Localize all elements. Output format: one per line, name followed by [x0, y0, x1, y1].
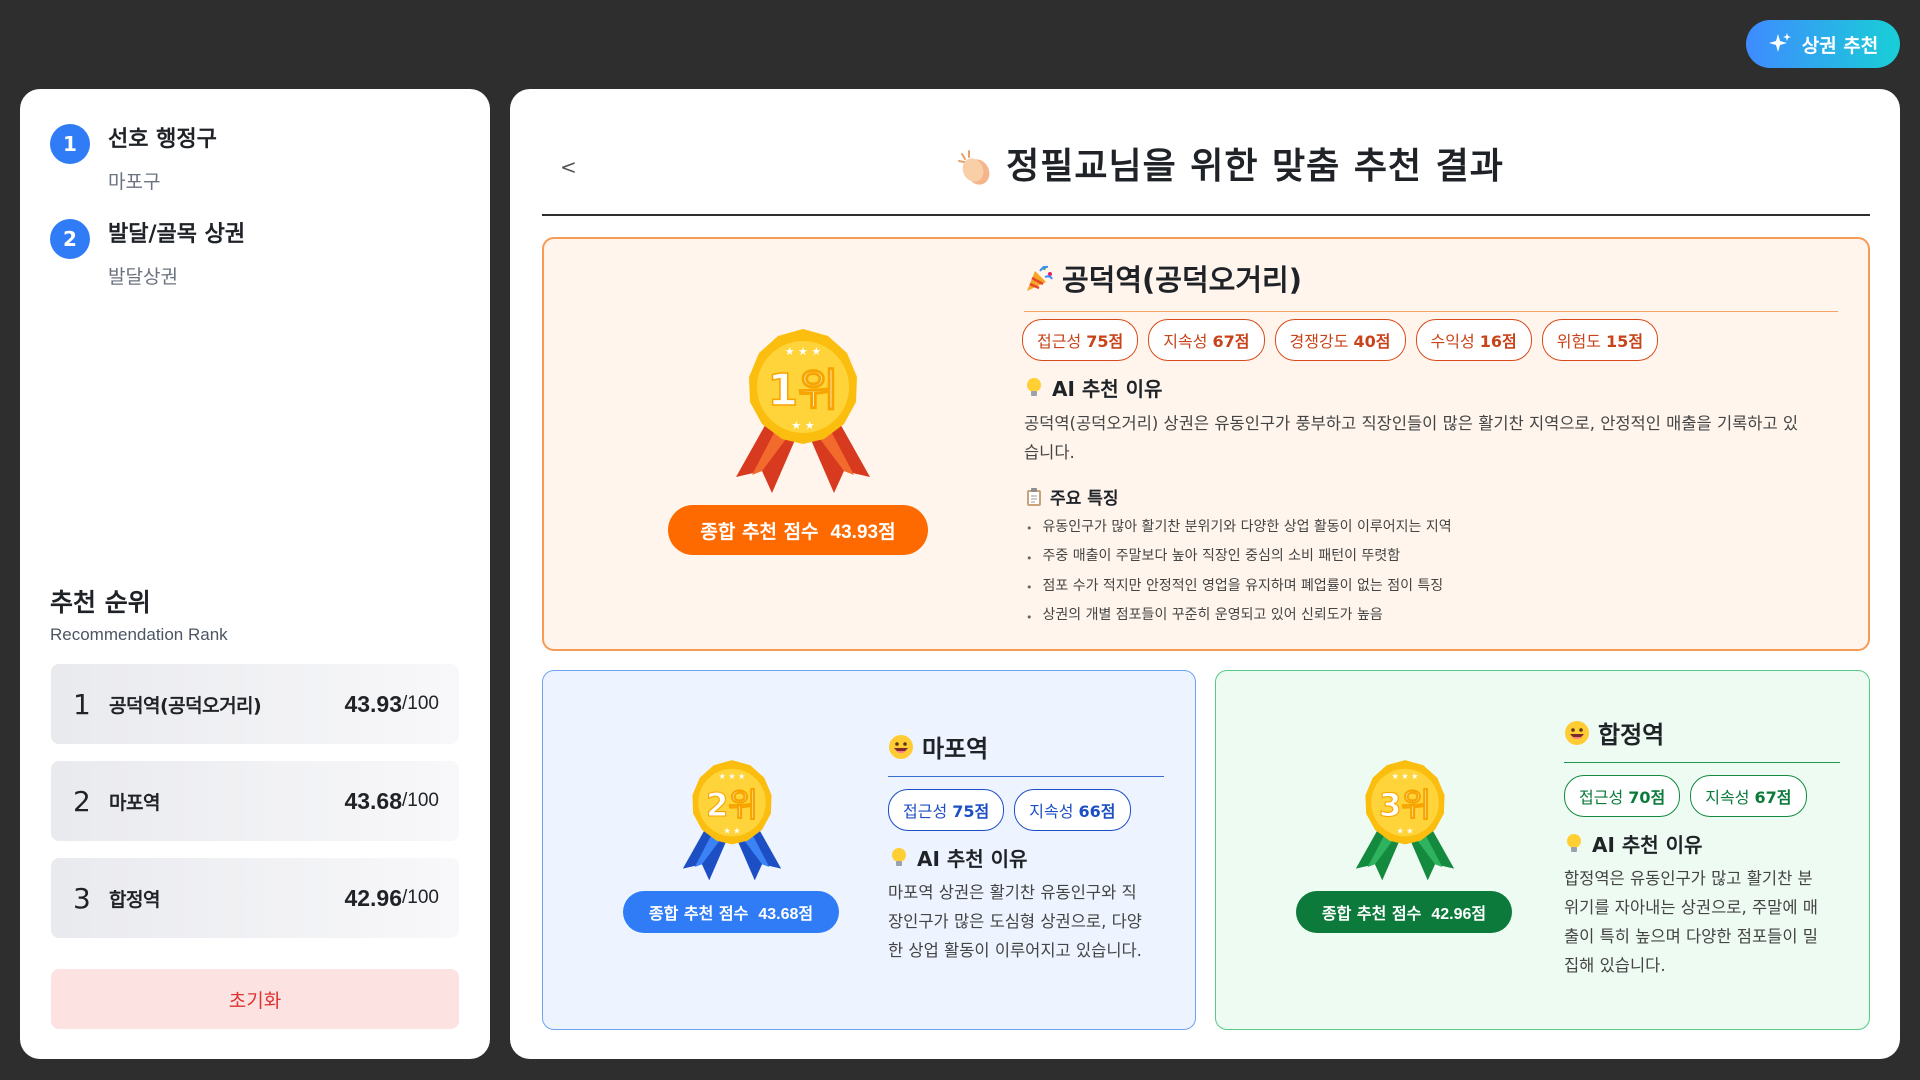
total-score-badge: 종합 추천 점수 42.96점: [1296, 891, 1512, 933]
ai-reason-heading: AI 추천 이유: [891, 843, 1027, 872]
rank-score-max: /100: [402, 693, 439, 714]
step-value: 발달상권: [108, 266, 178, 288]
rank-item-1[interactable]: 1 공덕역(공덕오거리) 43.93/100: [51, 664, 459, 744]
svg-text:★ ★: ★ ★: [1397, 826, 1414, 835]
total-score-badge: 종합 추천 점수 43.93점: [668, 505, 928, 555]
gold-medal-icon: 2위 ★ ★ ★ ★ ★: [682, 760, 782, 881]
rank-score: 43.93: [344, 690, 403, 717]
gold-medal-icon: 1위 ★ ★ ★ ★ ★: [736, 329, 870, 493]
features-heading: 주요 특징: [1026, 484, 1118, 509]
rank-name: 마포역: [109, 791, 160, 814]
rank-item-2[interactable]: 2 마포역 43.68/100: [51, 761, 459, 841]
metric-tag: 지속성 67점: [1690, 775, 1807, 817]
district-name-text: 합정역: [1598, 721, 1665, 749]
metric-tag: 접근성 75점: [1022, 319, 1139, 361]
district-name-text: 마포역: [922, 735, 989, 763]
svg-text:★ ★ ★: ★ ★ ★: [1392, 772, 1419, 781]
sparkle-icon: [1768, 33, 1791, 52]
medal-rank-label: 2위: [706, 786, 758, 824]
step-district-type[interactable]: 2 발달/골목 상권 발달상권: [50, 216, 245, 289]
rank-score-max: /100: [402, 790, 439, 811]
features-list: 유동인구가 많아 활기찬 분위기와 다양한 상업 활동이 이루어지는 지역 주중…: [1026, 511, 1452, 629]
grinning-face-icon: [889, 734, 913, 759]
rank-number: 1: [73, 687, 91, 721]
svg-text:★ ★: ★ ★: [724, 826, 741, 835]
rank-score: 43.68: [344, 787, 403, 814]
clapping-hands-icon: [958, 150, 990, 185]
result-panel: < 정필교님을 위한 맞춤 추천 결과 1위 ★ ★ ★ ★ ★ 종합 추천 점…: [510, 89, 1900, 1059]
step-district[interactable]: 1 선호 행정구 마포구: [50, 121, 217, 194]
party-popper-icon: [1027, 265, 1053, 291]
metric-tag: 지속성 66점: [1014, 789, 1131, 831]
result-card-2: 2위 ★ ★ ★ ★ ★ 종합 추천 점수 43.68점 마포역 접근성 75점…: [542, 670, 1196, 1030]
metric-tags: 접근성 70점 지속성 67점: [1564, 775, 1807, 817]
metric-tag: 수익성 16점: [1415, 319, 1532, 361]
total-score-badge: 종합 추천 점수 43.68점: [623, 891, 839, 933]
rank-number: 2: [73, 784, 91, 818]
metric-tag: 위험도 15점: [1541, 319, 1659, 361]
rank-header: 추천 순위 Recommendation Rank: [50, 583, 228, 645]
step-number: 1: [50, 124, 90, 164]
result-card-1: 1위 ★ ★ ★ ★ ★ 종합 추천 점수 43.93점 공덕역(공덕오거리) …: [542, 237, 1870, 651]
lightbulb-icon: [1027, 377, 1041, 396]
metric-tag: 지속성 67점: [1148, 319, 1265, 361]
ai-reason-heading: AI 추천 이유: [1026, 373, 1162, 402]
gold-medal-icon: 3위 ★ ★ ★ ★ ★: [1355, 760, 1455, 881]
rank-number: 3: [73, 881, 91, 915]
score-label: 종합 추천 점수: [1321, 904, 1422, 923]
rank-item-3[interactable]: 3 합정역 42.96/100: [51, 858, 459, 938]
rank-score: 42.96: [344, 884, 403, 911]
rank-name: 합정역: [109, 888, 160, 911]
filter-sidebar: 1 선호 행정구 마포구 2 발달/골목 상권 발달상권 추천 순위 Recom…: [20, 89, 490, 1059]
metric-tag: 접근성 75점: [888, 789, 1005, 831]
rank-subtitle: Recommendation Rank: [50, 625, 228, 644]
result-card-3: 3위 ★ ★ ★ ★ ★ 종합 추천 점수 42.96점 합정역 접근성 70점…: [1215, 670, 1870, 1030]
ai-reason-text: 마포역 상권은 활기찬 유동인구와 직 장인구가 많은 도심형 상권으로, 다양…: [888, 883, 1142, 960]
page-title-text: 정필교님을 위한 맞춤 추천 결과: [1006, 146, 1504, 187]
metric-tags: 접근성 75점 지속성 66점: [888, 789, 1131, 831]
score-value: 42.96점: [1431, 906, 1487, 923]
score-value: 43.68점: [758, 906, 814, 923]
ai-reason-text: 합정역은 유동인구가 많고 활기찬 분 위기를 자아내는 상권으로, 주말에 매…: [1564, 869, 1818, 975]
district-name: 마포역: [888, 729, 1164, 777]
svg-text:★ ★: ★ ★: [791, 419, 814, 432]
rank-score-max: /100: [402, 887, 439, 908]
step-number: 2: [50, 219, 90, 259]
step-value: 마포구: [108, 171, 161, 193]
title-divider: [542, 214, 1870, 216]
medal-rank-label: 3위: [1379, 786, 1431, 824]
metric-tags: 접근성 75점 지속성 67점 경쟁강도 40점 수익성 16점 위험도 15점: [1022, 319, 1659, 361]
rank-title: 추천 순위: [50, 588, 151, 617]
metric-tag: 경쟁강도 40점: [1274, 319, 1406, 361]
ai-reason-text: 공덕역(공덕오거리) 상권은 유동인구가 풍부하고 직장인들이 많은 활기찬 지…: [1024, 414, 1799, 462]
feature-item: 주중 매출이 주말보다 높아 직장인 중심의 소비 패턴이 뚜렷함: [1026, 541, 1452, 571]
district-name-text: 공덕역(공덕오거리): [1062, 263, 1302, 297]
svg-text:★ ★ ★: ★ ★ ★: [785, 345, 822, 358]
reset-button[interactable]: 초기화: [51, 969, 459, 1029]
clipboard-icon: [1027, 487, 1041, 506]
lightbulb-icon: [892, 847, 906, 866]
recommend-button[interactable]: 상권 추천: [1746, 20, 1900, 68]
lightbulb-icon: [1567, 833, 1581, 852]
grinning-face-icon: [1565, 720, 1589, 745]
medal-rank-label: 1위: [767, 365, 838, 416]
feature-item: 상권의 개별 점포들이 꾸준히 운영되고 있어 신뢰도가 높음: [1026, 600, 1452, 630]
feature-item: 점포 수가 적지만 안정적인 영업을 유지하며 폐업률이 없는 점이 특징: [1026, 570, 1452, 600]
district-name: 합정역: [1564, 715, 1840, 763]
recommend-button-label: 상권 추천: [1801, 34, 1879, 57]
step-title: 발달/골목 상권: [108, 222, 246, 247]
score-label: 종합 추천 점수: [648, 904, 749, 923]
svg-text:★ ★ ★: ★ ★ ★: [719, 772, 746, 781]
ai-reason-heading: AI 추천 이유: [1566, 829, 1702, 858]
score-value: 43.93점: [830, 521, 896, 543]
page-title: 정필교님을 위한 맞춤 추천 결과: [510, 137, 1900, 189]
score-label: 종합 추천 점수: [700, 520, 819, 543]
step-title: 선호 행정구: [108, 127, 217, 152]
feature-item: 유동인구가 많아 활기찬 분위기와 다양한 상업 활동이 이루어지는 지역: [1026, 511, 1452, 541]
rank-name: 공덕역(공덕오거리): [109, 694, 262, 717]
district-name: 공덕역(공덕오거리): [1024, 257, 1838, 312]
metric-tag: 접근성 70점: [1564, 775, 1681, 817]
